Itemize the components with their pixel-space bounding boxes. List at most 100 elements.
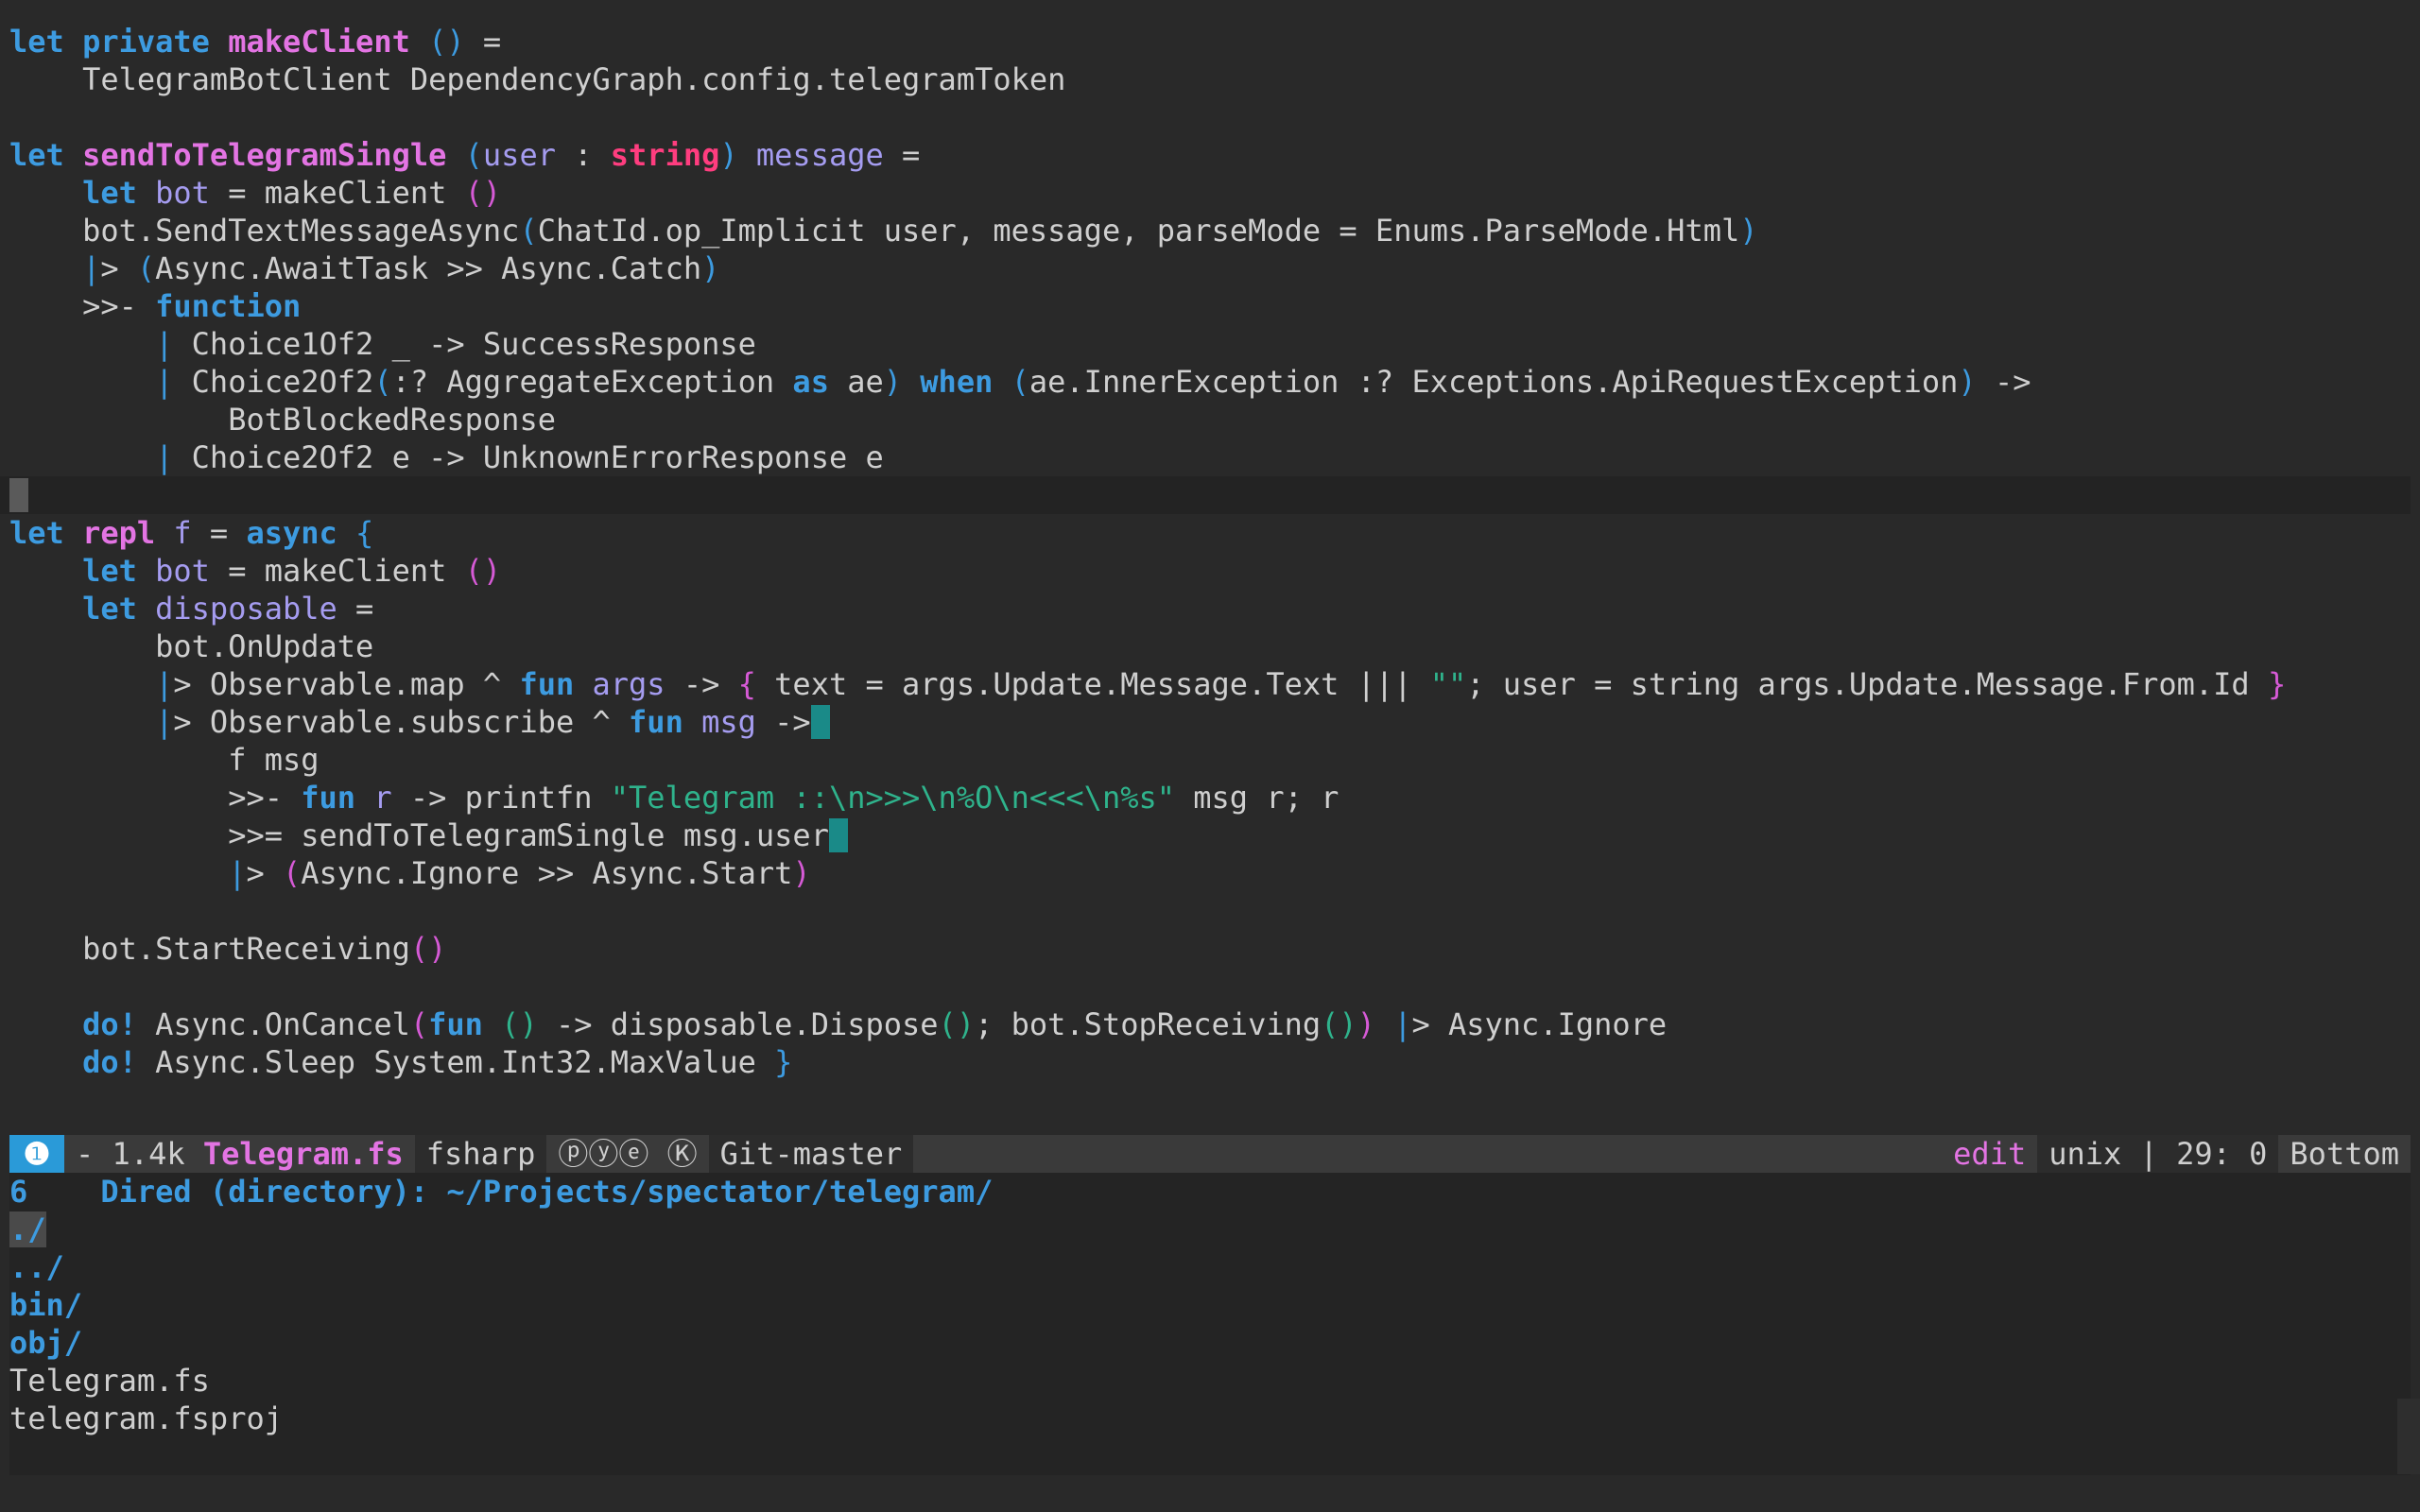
- code-token: ->: [665, 666, 738, 702]
- code-line[interactable]: let sendToTelegramSingle (user : string)…: [9, 136, 2411, 174]
- dired-entries: ./../bin/obj/Telegram.fs telegram.fsproj: [9, 1211, 2411, 1437]
- code-token: sendToTelegramSingle: [82, 137, 447, 173]
- code-line[interactable]: do! Async.OnCancel(fun () -> disposable.…: [9, 1005, 2411, 1043]
- code-token: = makeClient: [209, 175, 465, 211]
- minor-modes[interactable]: ⓟⓨⓔ Ⓚ: [546, 1135, 708, 1173]
- code-token: (: [464, 137, 483, 173]
- dired-window-number: 6: [9, 1174, 28, 1210]
- code-line[interactable]: [9, 892, 2411, 930]
- code-line[interactable]: |> Observable.map ^ fun args -> { text =…: [9, 665, 2411, 703]
- code-line[interactable]: bot.StartReceiving(): [9, 930, 2411, 968]
- code-token: (: [409, 1006, 429, 1042]
- code-editor[interactable]: let private makeClient () = TelegramBotC…: [0, 23, 2411, 1081]
- code-token: {: [737, 666, 756, 702]
- code-token: >: [246, 855, 283, 891]
- code-token: (): [428, 24, 465, 60]
- code-line[interactable]: bot.OnUpdate: [9, 627, 2411, 665]
- code-token: fun: [301, 780, 356, 816]
- minibuffer[interactable]: [0, 1475, 2420, 1512]
- code-token: fun: [629, 704, 683, 740]
- code-line[interactable]: bot.SendTextMessageAsync(ChatId.op_Impli…: [9, 212, 2411, 249]
- code-token: fun: [519, 666, 575, 702]
- code-line[interactable]: TelegramBotClient DependencyGraph.config…: [9, 60, 2411, 98]
- vcs-branch[interactable]: Git-master: [708, 1135, 914, 1173]
- code-token: as: [792, 364, 829, 400]
- code-line[interactable]: [9, 968, 2411, 1005]
- code-token: bot.SendTextMessageAsync: [9, 213, 520, 249]
- dired-dir-entry[interactable]: ./: [9, 1211, 2411, 1248]
- text-cursor: [810, 705, 830, 739]
- code-token: (): [938, 1006, 976, 1042]
- dired-dir-entry[interactable]: ../: [9, 1248, 2411, 1286]
- dired-file-entry[interactable]: telegram.fsproj: [9, 1400, 2411, 1437]
- major-mode[interactable]: fsharp: [414, 1135, 547, 1173]
- text-cursor: [9, 478, 28, 512]
- code-line[interactable]: [9, 98, 2411, 136]
- code-line[interactable]: let bot = makeClient (): [9, 552, 2411, 590]
- code-line[interactable]: f msg: [9, 741, 2411, 779]
- code-line[interactable]: do! Async.Sleep System.Int32.MaxValue }: [9, 1043, 2411, 1081]
- code-line[interactable]: let private makeClient () =: [9, 23, 2411, 60]
- window-number-badge[interactable]: ❶: [9, 1135, 64, 1173]
- code-line[interactable]: |> (Async.Ignore >> Async.Start): [9, 854, 2411, 892]
- modified-indicator: -: [76, 1136, 95, 1172]
- code-line[interactable]: |> (Async.AwaitTask >> Async.Catch): [9, 249, 2411, 287]
- code-token: :: [555, 137, 611, 173]
- code-line[interactable]: | Choice1Of2 _ -> SuccessResponse: [9, 325, 2411, 363]
- code-token: -> disposable.Dispose: [537, 1006, 939, 1042]
- code-token: >>-: [9, 780, 302, 816]
- code-token: disposable: [155, 591, 337, 627]
- code-token: args: [592, 666, 666, 702]
- right-fringe: [2397, 1399, 2420, 1474]
- code-token: =: [337, 591, 374, 627]
- dired-entry-name: Telegram.fs: [9, 1363, 210, 1399]
- eol-type[interactable]: unix: [2048, 1136, 2121, 1172]
- dired-dir-entry[interactable]: obj/: [9, 1324, 2411, 1362]
- dired-header-path: Dired (directory): ~/Projects/spectator/…: [100, 1174, 994, 1210]
- code-line[interactable]: BotBlockedResponse: [9, 401, 2411, 438]
- code-token: BotBlockedResponse: [9, 402, 556, 438]
- code-line[interactable]: [0, 476, 2411, 514]
- code-token: async: [246, 515, 337, 551]
- code-token: Async.Ignore >> Async.Start: [301, 855, 793, 891]
- dired-file-entry[interactable]: Telegram.fs: [9, 1362, 2411, 1400]
- code-token: let: [9, 137, 64, 173]
- code-line[interactable]: let disposable =: [9, 590, 2411, 627]
- code-line[interactable]: let repl f = async {: [9, 514, 2411, 552]
- dired-dir-entry[interactable]: bin/: [9, 1286, 2411, 1324]
- code-token: (): [501, 1006, 538, 1042]
- buffer-filename[interactable]: Telegram.fs: [203, 1136, 404, 1172]
- code-token: ): [719, 137, 738, 173]
- code-line[interactable]: | Choice2Of2 e -> UnknownErrorResponse e: [9, 438, 2411, 476]
- code-token: "": [1429, 666, 1467, 702]
- dired-buffer[interactable]: 6 Dired (directory): ~/Projects/spectato…: [9, 1173, 2411, 1437]
- code-line[interactable]: >>- fun r -> printfn "Telegram ::\n>>>\n…: [9, 779, 2411, 816]
- code-line[interactable]: | Choice2Of2(:? AggregateException as ae…: [9, 363, 2411, 401]
- code-token: |: [82, 250, 101, 286]
- code-token: ): [701, 250, 720, 286]
- code-token: (: [373, 364, 392, 400]
- code-line[interactable]: >>- function: [9, 287, 2411, 325]
- code-line[interactable]: |> Observable.subscribe ^ fun msg ->: [9, 703, 2411, 741]
- code-token: ->: [1976, 364, 2031, 400]
- code-token: ChatId.op_Implicit user, message, parseM…: [537, 213, 1740, 249]
- code-token: |: [155, 364, 174, 400]
- code-token: =: [883, 137, 921, 173]
- code-token: msg r; r: [1175, 780, 1340, 816]
- text-cursor: [828, 818, 848, 852]
- code-line[interactable]: let bot = makeClient (): [9, 174, 2411, 212]
- code-line[interactable]: >>= sendToTelegramSingle msg.user: [9, 816, 2411, 854]
